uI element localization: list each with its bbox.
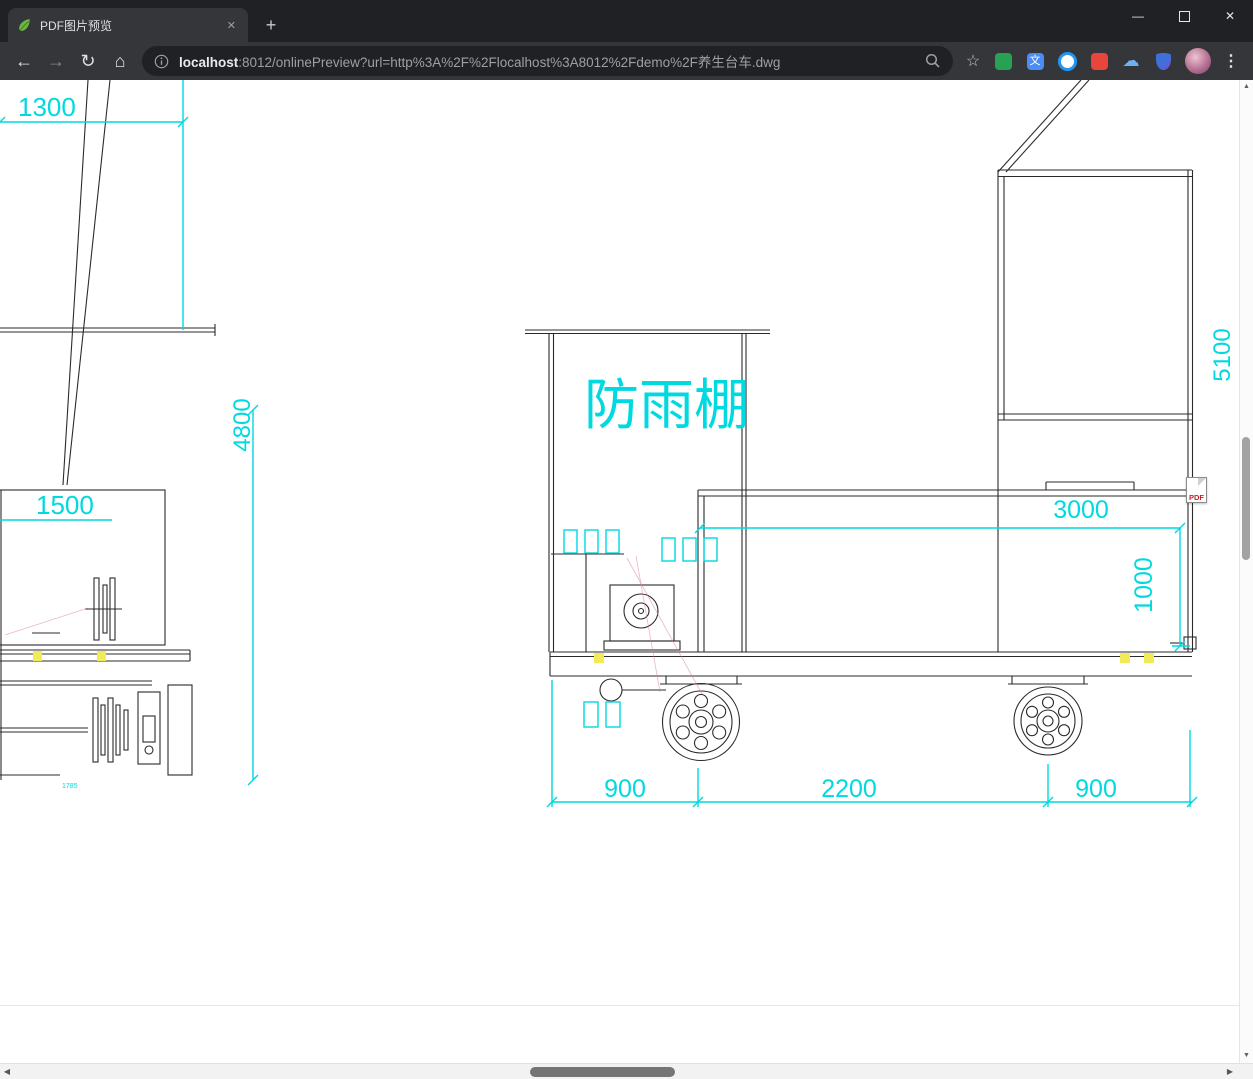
extension-icon-green[interactable] xyxy=(987,45,1019,77)
close-button[interactable]: ✕ xyxy=(1207,0,1253,32)
shield-icon xyxy=(1155,52,1171,70)
forward-button[interactable]: → xyxy=(40,45,72,77)
maximize-icon xyxy=(1178,10,1190,22)
window-controls: — ✕ xyxy=(1115,0,1253,32)
translate-icon: 文 xyxy=(1026,52,1044,70)
minimize-button[interactable]: — xyxy=(1115,0,1161,32)
pdf-badge-label: PDF xyxy=(1189,493,1204,502)
dim-1500: 1500 xyxy=(36,490,94,520)
zoom-icon[interactable] xyxy=(925,53,941,69)
dim-3000: 3000 xyxy=(1053,496,1109,524)
cad-drawing: 1300 4800 1500 防雨棚 5100 3000 1000 900 22… xyxy=(0,80,1236,808)
dim-5100: 5100 xyxy=(1209,328,1236,381)
new-tab-button[interactable]: + xyxy=(258,12,284,38)
extension-icon-shield[interactable] xyxy=(1147,45,1179,77)
browser-window: PDF图片预览 ✕ + — ✕ ← → ↻ ⌂ localhost:8012/o… xyxy=(0,0,1253,1079)
extension-icon-cloud[interactable]: ☁ xyxy=(1115,45,1147,77)
page-content: 1300 4800 1500 防雨棚 5100 3000 1000 900 22… xyxy=(0,80,1253,1063)
titlebar: PDF图片预览 ✕ + — ✕ xyxy=(0,0,1253,42)
url-host: localhost xyxy=(179,55,239,70)
extension-icon-blue-circle[interactable] xyxy=(1051,45,1083,77)
dim-4800: 4800 xyxy=(229,398,256,451)
dim-900-right: 900 xyxy=(1075,775,1117,803)
cad-dimension-lines xyxy=(0,80,1198,808)
red-square-icon xyxy=(1090,52,1108,70)
bookmark-star-icon[interactable]: ☆ xyxy=(959,51,987,71)
scroll-down-icon[interactable]: ▼ xyxy=(1240,1051,1253,1061)
dim-1000: 1000 xyxy=(1130,557,1158,613)
scroll-right-icon[interactable]: ▶ xyxy=(1223,1064,1237,1079)
blue-ring-icon xyxy=(1057,51,1077,71)
toolbar: ← → ↻ ⌂ localhost:8012/onlinePreview?url… xyxy=(0,42,1253,80)
dim-900-left: 900 xyxy=(604,775,646,803)
small-note-text: 1785 xyxy=(62,783,78,790)
back-button[interactable]: ← xyxy=(8,45,40,77)
url-path: :8012/onlinePreview?url=http%3A%2F%2Floc… xyxy=(238,55,781,70)
cad-dimension-text: 1300 4800 1500 防雨棚 5100 3000 1000 900 22… xyxy=(18,92,1236,803)
tab-pdf-preview[interactable]: PDF图片预览 ✕ xyxy=(8,8,248,42)
url-text: localhost:8012/onlinePreview?url=http%3A… xyxy=(179,51,925,71)
home-button[interactable]: ⌂ xyxy=(104,45,136,77)
reload-button[interactable]: ↻ xyxy=(72,45,104,77)
spring-leaf-favicon xyxy=(16,17,32,33)
extension-icon-red[interactable] xyxy=(1083,45,1115,77)
scroll-left-icon[interactable]: ◀ xyxy=(0,1064,14,1079)
content-divider xyxy=(0,1005,1253,1006)
dim-2200: 2200 xyxy=(821,775,877,803)
vertical-scroll-thumb[interactable] xyxy=(1242,437,1250,560)
info-icon[interactable] xyxy=(154,54,169,69)
tab-title: PDF图片预览 xyxy=(40,18,113,33)
pdf-badge[interactable]: PDF xyxy=(1186,477,1207,503)
green-square-icon xyxy=(994,52,1012,70)
address-bar[interactable]: localhost:8012/onlinePreview?url=http%3A… xyxy=(142,46,953,76)
horizontal-scrollbar[interactable]: ◀ ▶ xyxy=(0,1063,1253,1079)
extension-icon-translate[interactable]: 文 xyxy=(1019,45,1051,77)
horizontal-scroll-thumb[interactable] xyxy=(530,1067,675,1077)
tab-close-icon[interactable]: ✕ xyxy=(223,17,240,34)
scroll-up-icon[interactable]: ▲ xyxy=(1240,82,1253,92)
dim-1300: 1300 xyxy=(18,92,76,122)
shelter-label: 防雨棚 xyxy=(584,374,749,436)
profile-avatar[interactable] xyxy=(1185,48,1211,74)
maximize-button[interactable] xyxy=(1161,0,1207,32)
cloud-icon: ☁ xyxy=(1122,51,1140,70)
browser-menu-icon[interactable]: ⋮ xyxy=(1217,51,1245,71)
vertical-scrollbar[interactable]: ▲ ▼ xyxy=(1239,80,1253,1063)
